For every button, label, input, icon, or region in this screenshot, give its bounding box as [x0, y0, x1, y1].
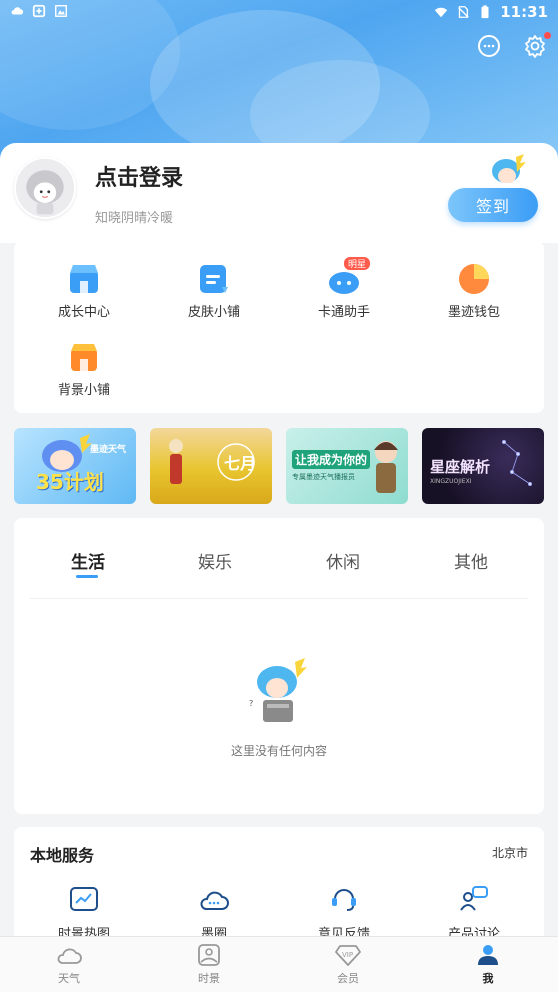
banner-title: 35计划	[36, 470, 104, 494]
section-title: 本地服务	[30, 846, 95, 865]
avatar[interactable]	[14, 157, 76, 219]
banner-subtitle: XINGZUOJIEXI	[430, 478, 472, 485]
vip-icon: VIP	[335, 945, 361, 966]
grid-item-background-shop[interactable]: 背景小铺	[24, 339, 144, 398]
quick-grid: 成长中心 皮肤小铺 明星 卡通助手 墨迹钱包 背景小铺	[14, 241, 544, 413]
grid-item-skin-shop[interactable]: 皮肤小铺	[154, 261, 274, 320]
category-tabs-card: 生活 娱乐 休闲 其他 ? 这里没有任何内容	[14, 518, 544, 814]
banner-title: 七月	[224, 454, 257, 473]
chat-bubble-icon	[478, 35, 500, 57]
banner-tag: 墨迹天气	[90, 445, 127, 455]
service-heatmap[interactable]: 时景热图	[24, 885, 144, 942]
mascot-icon	[492, 154, 526, 191]
active-tab-indicator	[76, 575, 98, 578]
nav-label: 时景	[198, 972, 220, 985]
nav-label: 我	[482, 972, 494, 985]
grid-item-label: 墨迹钱包	[447, 305, 500, 320]
signin-button[interactable]: 签到	[448, 188, 538, 222]
bottom-navigation: 天气 时景 VIP 会员 我	[0, 936, 558, 992]
top-actions	[476, 32, 551, 59]
profile-subtitle: 知晓阴晴冷暖	[95, 211, 174, 226]
banner-title: 星座解析	[430, 458, 491, 476]
local-services-card: 本地服务 北京市 时景热图 墨圈 意见反馈 产品讨论	[14, 827, 544, 947]
cloud-circle-icon	[200, 891, 229, 910]
tab-leisure[interactable]: 休闲	[326, 548, 360, 573]
feedback-icon	[332, 889, 356, 911]
nav-me[interactable]: 我	[448, 943, 528, 986]
skin-shop-icon	[200, 265, 228, 293]
nav-member[interactable]: VIP 会员	[308, 943, 388, 986]
notification-dot	[544, 32, 551, 39]
status-bar: 11:31	[0, 0, 558, 26]
image-notification-icon	[55, 5, 67, 17]
profile-card: 点击登录 知晓阴晴冷暖 签到	[0, 143, 558, 243]
grid-item-label: 背景小铺	[57, 383, 110, 398]
login-title[interactable]: 点击登录	[95, 160, 183, 192]
banner-35-plan[interactable]: 墨迹天气 35计划	[14, 428, 136, 504]
battery-icon	[481, 5, 489, 19]
tab-entertainment[interactable]: 娱乐	[198, 548, 232, 573]
divider	[30, 598, 528, 599]
svg-text:VIP: VIP	[342, 951, 353, 959]
app-notification-icon	[32, 4, 46, 18]
cloud-icon	[57, 948, 82, 964]
service-feedback[interactable]: 意见反馈	[284, 885, 404, 942]
avatar-illustration	[16, 159, 74, 217]
service-discussion[interactable]: 产品讨论	[414, 885, 534, 942]
tab-other[interactable]: 其他	[454, 548, 488, 573]
heatmap-icon	[70, 887, 98, 911]
nav-label: 会员	[337, 972, 359, 985]
nav-label: 天气	[58, 972, 80, 985]
empty-state-mascot-icon: ?	[249, 658, 307, 722]
picture-icon	[198, 944, 220, 966]
grid-item-label: 成长中心	[57, 305, 110, 320]
shop-growth-icon	[70, 265, 98, 293]
star-badge: 明星	[344, 257, 371, 270]
banner-july[interactable]: 七月	[150, 428, 272, 504]
city-selector[interactable]: 北京市	[492, 844, 528, 861]
grid-item-label: 卡通助手	[317, 305, 370, 320]
empty-state-text: 这里没有任何内容	[230, 744, 327, 758]
banner-horoscope[interactable]: 星座解析 XINGZUOJIEXI	[422, 428, 544, 504]
cloud-status-icon	[11, 7, 24, 15]
message-button[interactable]	[476, 33, 502, 59]
tab-life[interactable]: 生活	[71, 548, 105, 573]
banner-carousel: 墨迹天气 35计划 七月 让我成为你的 专属墨迹天气播报员 星座解析 XINGZ…	[14, 428, 544, 504]
no-sim-icon	[458, 6, 469, 18]
nav-scenery[interactable]: 时景	[169, 943, 249, 986]
svg-text:?: ?	[249, 699, 253, 708]
status-time: 11:31	[500, 3, 548, 21]
banner-broadcaster[interactable]: 让我成为你的 专属墨迹天气播报员	[286, 428, 408, 504]
background-shop-icon	[71, 344, 97, 371]
grid-item-wallet[interactable]: 墨迹钱包	[414, 261, 534, 320]
banner-subtitle: 专属墨迹天气播报员	[292, 473, 355, 481]
grid-item-label: 皮肤小铺	[187, 305, 240, 320]
wallet-icon	[459, 264, 489, 294]
grid-item-growth-center[interactable]: 成长中心	[24, 261, 144, 320]
nav-weather[interactable]: 天气	[29, 943, 109, 986]
service-mojicircle[interactable]: 墨圈	[154, 885, 274, 942]
banner-title: 让我成为你的	[292, 450, 371, 469]
user-icon	[478, 945, 498, 965]
wifi-icon	[435, 7, 448, 18]
settings-button[interactable]	[522, 32, 551, 59]
grid-item-cartoon-assistant[interactable]: 明星 卡通助手	[284, 257, 404, 320]
discussion-icon	[460, 886, 488, 911]
